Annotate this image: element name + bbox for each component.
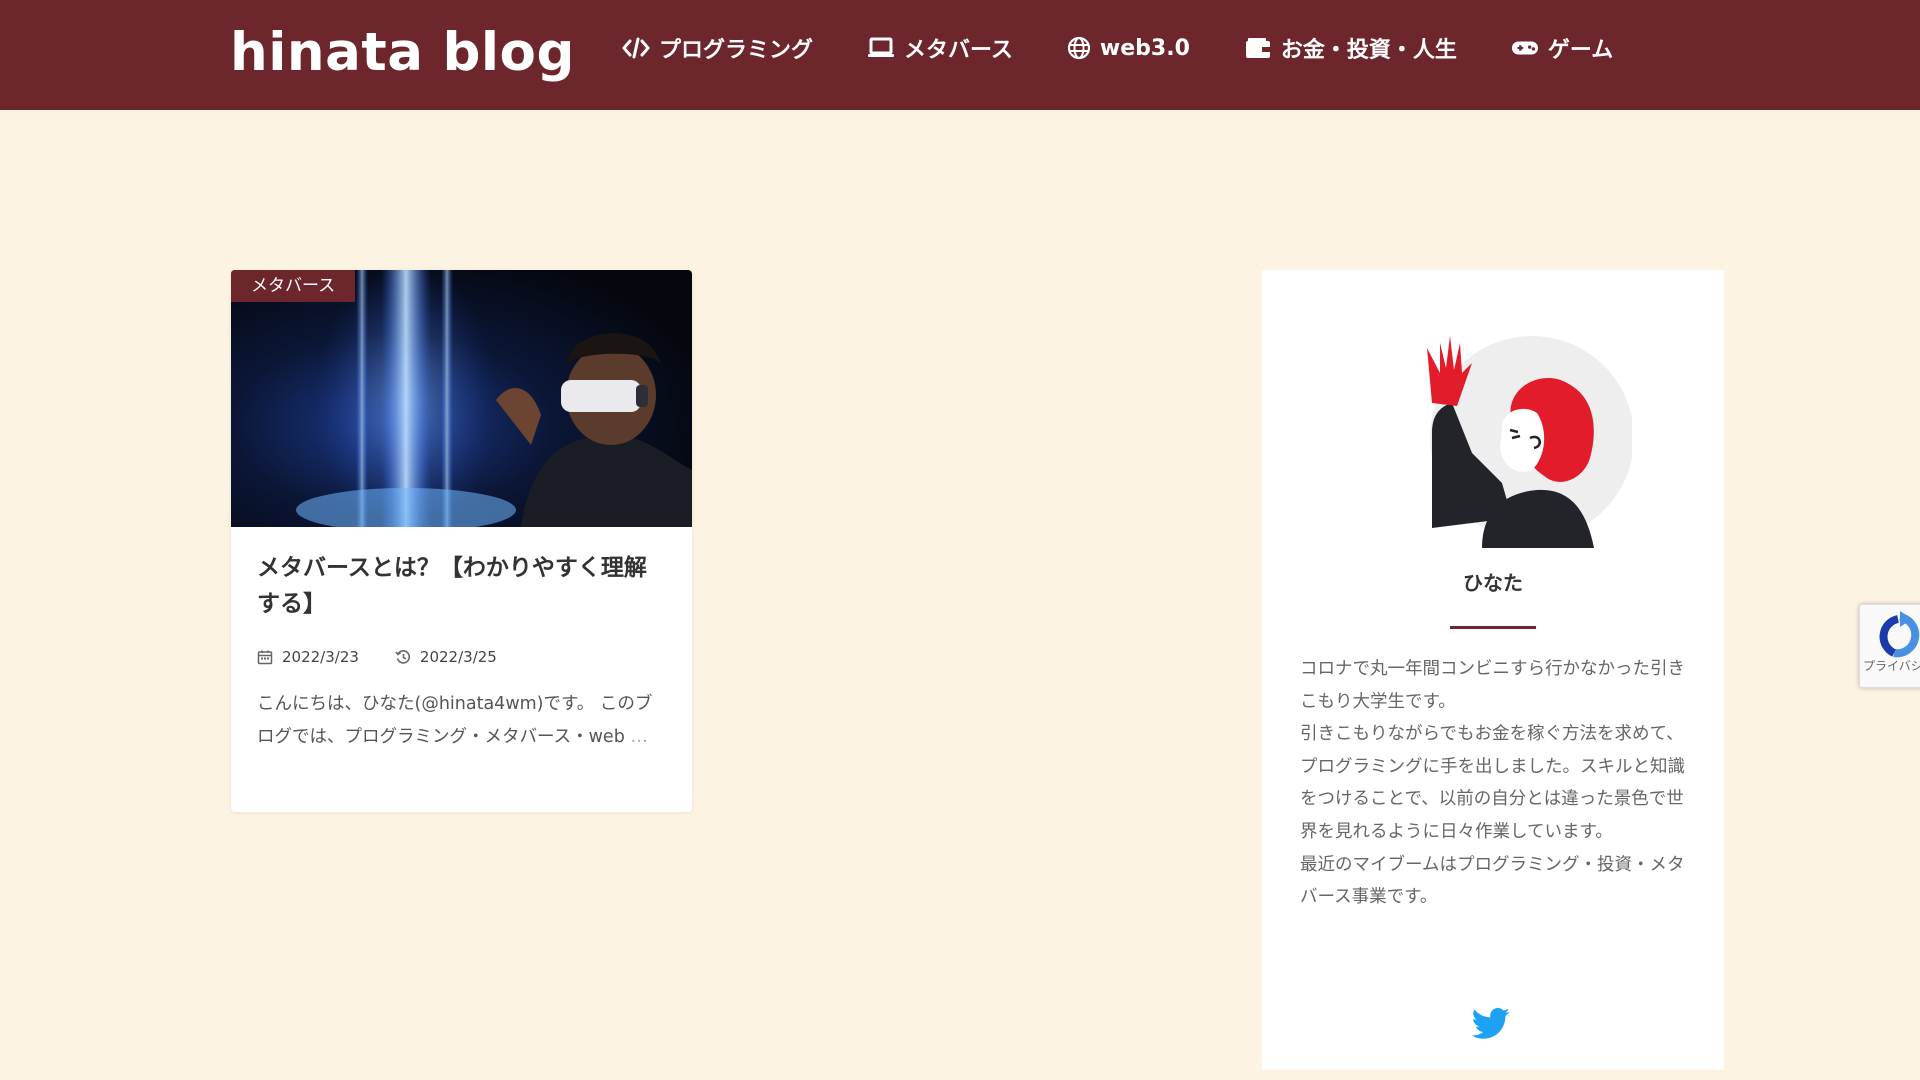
nav-item-web3[interactable]: web3.0 — [1067, 36, 1190, 61]
nav-label: メタバース — [904, 38, 1013, 63]
nav-item-metaverse[interactable]: メタバース — [867, 32, 1013, 64]
profile-bio: コロナで丸一年間コンビニすら行かなかった引きこもり大学生です。 引きこもりながら… — [1300, 653, 1695, 914]
post-title[interactable]: メタバースとは？【わかりやすく理解する】 — [257, 550, 667, 622]
recaptcha-text: プライバシー・利用規約 — [1863, 659, 1920, 673]
bio-line: 最近のマイブームはプログラミング・投資・メタバース事業です。 — [1300, 854, 1685, 908]
recaptcha-icon — [1879, 611, 1920, 658]
nav-item-money[interactable]: お金・投資・人生 — [1244, 32, 1457, 64]
nav-item-programming[interactable]: プログラミング — [622, 32, 813, 64]
laptop-icon — [868, 37, 895, 57]
avatar — [1427, 336, 1632, 548]
nav-label: プログラミング — [659, 38, 814, 63]
main-nav: プログラミング メタバース web3.0 お金・投資・人生 ゲーム — [622, 28, 1667, 68]
category-badge[interactable]: メタバース — [231, 270, 356, 302]
site-logo[interactable]: hinata blog — [230, 20, 575, 86]
recaptcha-badge[interactable]: プライバシー・利用規約 — [1859, 604, 1920, 688]
globe-icon — [1067, 36, 1091, 60]
code-icon — [622, 37, 650, 59]
bio-line: コロナで丸一年間コンビニすら行かなかった引きこもり大学生です。 — [1300, 659, 1685, 712]
history-icon — [395, 650, 410, 664]
wallet-icon — [1245, 38, 1270, 58]
nav-item-game[interactable]: ゲーム — [1511, 32, 1613, 64]
excerpt-more: … — [624, 726, 648, 747]
profile-divider — [1450, 626, 1536, 629]
post-meta: 2022/3/23 2022/3/25 — [257, 648, 497, 666]
gamepad-icon — [1511, 41, 1538, 55]
profile-name: ひなた — [1463, 571, 1523, 595]
post-card[interactable]: メタバース メタバースとは？【わかりやすく理解する】 2022/3/23 202… — [231, 270, 692, 812]
nav-label: ゲーム — [1547, 38, 1614, 63]
published-date: 2022/3/23 — [282, 648, 359, 666]
excerpt-text: こんにちは、ひなた(@hinata4wm)です。 このブログでは、プログラミング… — [257, 694, 653, 747]
twitter-icon[interactable] — [1471, 1008, 1511, 1040]
site-header: hinata blog プログラミング メタバース web3.0 お金・投資・人… — [0, 0, 1920, 110]
nav-label: お金・投資・人生 — [1280, 38, 1457, 63]
bio-line: 引きこもりながらでもお金を稼ぐ方法を求めて、プログラミングに手を出しました。スキ… — [1300, 724, 1685, 842]
profile-widget: ひなた コロナで丸一年間コンビニすら行かなかった引きこもり大学生です。 引きこも… — [1262, 270, 1724, 1070]
post-thumbnail — [231, 270, 692, 527]
nav-label: web3.0 — [1099, 35, 1190, 61]
post-excerpt: こんにちは、ひなた(@hinata4wm)です。 このブログでは、プログラミング… — [257, 688, 667, 753]
updated-date: 2022/3/25 — [419, 648, 497, 666]
calendar-icon — [257, 650, 273, 665]
